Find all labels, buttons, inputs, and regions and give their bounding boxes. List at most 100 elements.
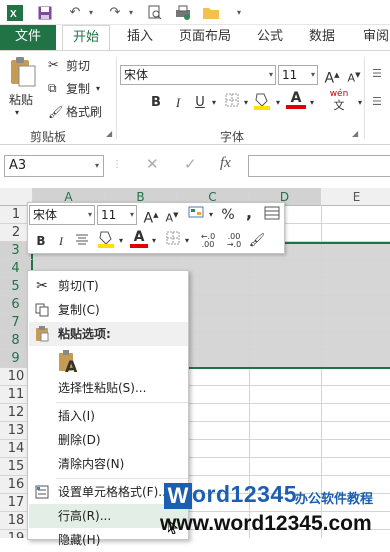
tab-data[interactable]: 数据 <box>300 25 344 50</box>
font-name-combo[interactable]: 宋体 ▾ <box>120 65 276 85</box>
phonetic-dropdown-icon[interactable]: ▾ <box>350 93 370 113</box>
mini-font-name-combo[interactable]: 宋体 ▾ <box>29 205 95 225</box>
fill-color-dropdown-icon[interactable]: ▾ <box>268 93 288 113</box>
menu-item-insert[interactable]: 插入(I) <box>29 404 188 428</box>
tab-home[interactable]: 开始 <box>62 25 110 50</box>
clipboard-group-label: 剪贴板 <box>30 130 67 144</box>
mini-font-size-combo[interactable]: 11 ▾ <box>97 205 137 225</box>
bold-button[interactable]: B <box>146 93 166 113</box>
undo-dropdown-icon[interactable]: ▾ <box>82 4 100 21</box>
align-top-icon[interactable]: ☰ <box>372 65 388 83</box>
paste-values-icon[interactable]: A <box>58 349 80 377</box>
underline-dropdown-icon[interactable]: ▾ <box>204 93 224 113</box>
mini-fill-color-icon[interactable] <box>96 229 116 249</box>
menu-item-clear-contents[interactable]: 清除内容(N) <box>29 452 188 476</box>
font-group-label: 字体 <box>220 130 245 144</box>
mini-decrease-decimal-icon[interactable]: .00 →.0 <box>222 233 246 253</box>
group-divider <box>364 57 365 139</box>
ribbon-tabs: 文件 开始 插入 页面布局 公式 数据 审阅 <box>0 25 390 50</box>
mini-borders-dropdown-icon[interactable]: ▾ <box>182 231 192 251</box>
paste-dropdown-icon[interactable]: ▾ <box>15 108 19 117</box>
menu-header-paste-options: 粘贴选项: <box>29 322 188 346</box>
formula-bar: A3 ▾ ⋮ ✕ ✓ fx <box>0 145 390 188</box>
formula-bar-grip-icon: ⋮ <box>112 159 122 170</box>
mini-borders-icon[interactable] <box>164 231 182 251</box>
mini-align-center-icon[interactable] <box>72 231 92 251</box>
mini-format-icon[interactable] <box>262 205 282 225</box>
copy-dropdown-icon[interactable]: ▾ <box>96 84 100 93</box>
paintbrush-icon: 🖌 <box>48 104 64 119</box>
mini-toolbar: 宋体 ▾ 11 ▾ A▲ A▼ ▾ % , B I ▾ A ▾ ▾ ←.0 .00 … <box>27 202 285 254</box>
mini-format-painter-icon[interactable]: 🖌 <box>248 231 266 251</box>
align-left-icon[interactable]: ☰ <box>372 93 388 111</box>
copy-icon <box>33 301 51 319</box>
watermark-url: www.word12345.com <box>160 512 372 535</box>
format-cells-icon <box>33 483 51 501</box>
group-divider <box>116 57 117 139</box>
mini-grow-font-icon[interactable]: A▲ <box>140 205 162 227</box>
menu-item-cut[interactable]: ✂ 剪切(T) <box>29 274 188 298</box>
tab-review[interactable]: 审阅 <box>356 25 390 50</box>
format-painter-button[interactable]: 🖌 格式刷 <box>48 103 102 120</box>
grow-font-icon[interactable]: A▲ <box>322 65 342 87</box>
format-painter-label: 格式刷 <box>66 105 103 119</box>
mini-fill-dropdown-icon[interactable]: ▾ <box>116 231 126 251</box>
copy-icon: ⧉ <box>48 81 57 95</box>
mini-increase-decimal-icon[interactable]: ←.0 .00 <box>196 233 220 253</box>
cancel-icon[interactable]: ✕ <box>146 155 159 173</box>
font-color-dropdown-icon[interactable]: ▾ <box>302 93 322 113</box>
scissors-icon: ✂ <box>48 58 59 73</box>
watermark: W ord12345 办公软件教程 www.word12345.com <box>160 477 390 538</box>
watermark-slogan: 办公软件教程 <box>295 491 374 506</box>
menu-item-delete[interactable]: 删除(D) <box>29 428 188 452</box>
title-bar: X ↶ ▾ ↷ ▾ ▾ <box>0 0 390 25</box>
cut-button[interactable]: ✂ 剪切 <box>48 57 90 74</box>
tab-file[interactable]: 文件 <box>0 25 56 50</box>
mini-italic-button[interactable]: I <box>52 231 70 251</box>
mini-font-color-dropdown-icon[interactable]: ▾ <box>149 231 159 251</box>
mini-number-format-icon[interactable] <box>186 205 206 225</box>
column-header[interactable]: E <box>321 188 390 206</box>
open-folder-icon[interactable] <box>202 4 220 21</box>
phonetic-guide-icon[interactable]: wén 文 <box>328 89 350 111</box>
shrink-font-icon[interactable]: A▼ <box>344 65 364 85</box>
menu-item-paste-special[interactable]: 选择性粘贴(S)... <box>29 376 188 400</box>
redo-dropdown-icon[interactable]: ▾ <box>122 4 140 21</box>
save-icon[interactable] <box>36 4 54 21</box>
mini-number-format-dropdown-icon[interactable]: ▾ <box>206 205 216 225</box>
paste-icon[interactable] <box>6 55 40 89</box>
menu-item-copy[interactable]: 复制(C) <box>29 298 188 322</box>
mini-comma-button[interactable]: , <box>240 203 258 223</box>
customize-qat-icon[interactable]: ▾ <box>230 4 248 21</box>
paste-button[interactable]: 粘贴 <box>9 91 33 108</box>
tab-page-layout[interactable]: 页面布局 <box>170 25 240 50</box>
paste-option-keep-format[interactable]: A <box>29 347 188 379</box>
font-launcher-icon[interactable]: ◢ <box>352 129 358 138</box>
enter-icon[interactable]: ✓ <box>184 155 197 173</box>
print-preview-icon[interactable] <box>146 4 164 21</box>
mini-bold-button[interactable]: B <box>32 231 50 251</box>
scissors-icon: ✂ <box>36 278 48 294</box>
excel-logo-icon: X <box>6 4 24 21</box>
clipboard-launcher-icon[interactable]: ◢ <box>106 129 112 138</box>
mini-font-color-icon[interactable]: A <box>130 228 148 248</box>
svg-text:X: X <box>10 9 17 20</box>
copy-button[interactable]: ⧉ 复制 ▾ <box>48 80 100 97</box>
formula-input[interactable] <box>248 155 390 177</box>
menu-separator <box>56 402 188 403</box>
tab-formulas[interactable]: 公式 <box>248 25 292 50</box>
watermark-brand: ord12345 <box>192 481 298 507</box>
copy-label: 复制 <box>66 82 91 96</box>
ribbon: 粘贴 ▾ ✂ 剪切 ⧉ 复制 ▾ 🖌 格式刷 剪贴板 ◢ 宋体 ▾ 11 ▾ A▲ A▼ B… <box>0 50 390 145</box>
clipboard-icon <box>33 325 51 343</box>
watermark-logo-w: W <box>164 483 192 509</box>
cut-label: 剪切 <box>66 59 91 73</box>
name-box[interactable]: A3 ▾ <box>4 155 104 177</box>
insert-function-icon[interactable]: fx <box>220 155 231 172</box>
font-size-combo[interactable]: 11 ▾ <box>278 65 318 85</box>
quick-print-icon[interactable] <box>174 4 192 21</box>
mini-shrink-font-icon[interactable]: A▼ <box>162 205 182 225</box>
tab-insert[interactable]: 插入 <box>118 25 162 50</box>
italic-button[interactable]: I <box>168 93 188 113</box>
mini-percent-button[interactable]: % <box>218 205 238 225</box>
